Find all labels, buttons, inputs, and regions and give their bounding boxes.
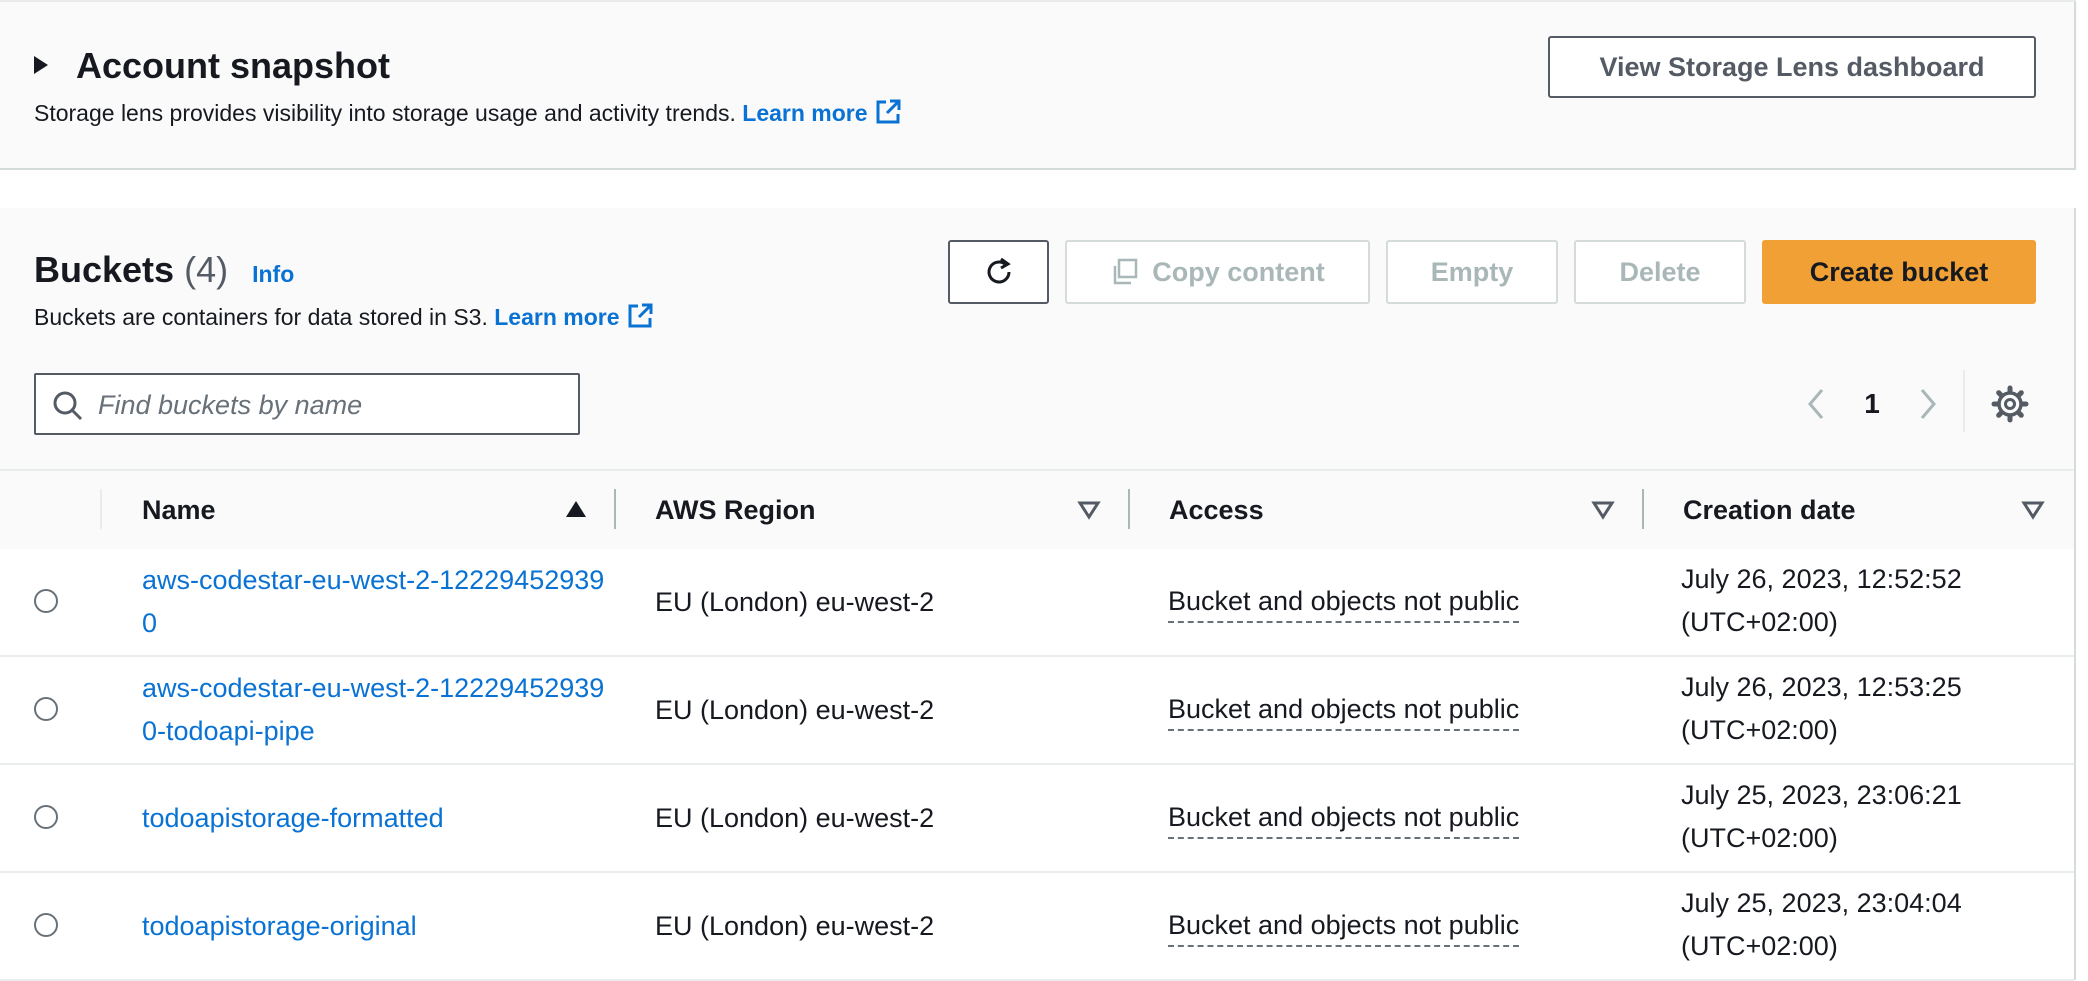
column-header-region[interactable]: AWS Region	[655, 493, 816, 527]
panel-gap	[0, 170, 2088, 208]
pager-divider	[1963, 370, 1965, 432]
refresh-button[interactable]	[948, 240, 1049, 304]
copy-icon	[1114, 258, 1138, 285]
external-link-icon	[628, 303, 653, 328]
column-header-name[interactable]: Name	[142, 493, 216, 527]
view-storage-lens-dashboard-button[interactable]: View Storage Lens dashboard	[1548, 36, 2036, 98]
sort-unsorted-icon[interactable]	[2021, 499, 2045, 521]
bucket-region: EU (London) eu-west-2	[655, 911, 935, 941]
buckets-description-text: Buckets are containers for data stored i…	[34, 304, 488, 330]
column-header-creation-date[interactable]: Creation date	[1683, 493, 1856, 527]
table-row[interactable]: todoapistorage-formatted EU (London) eu-…	[0, 765, 2074, 873]
column-divider	[1128, 489, 1130, 529]
bucket-name-link[interactable]: aws-codestar-eu-west-2-122294529390-todo…	[142, 667, 612, 753]
buckets-learn-more-link[interactable]: Learn more	[494, 303, 653, 330]
chevron-right-icon[interactable]	[1912, 384, 1944, 424]
snapshot-learn-more-label: Learn more	[742, 100, 868, 126]
bucket-region: EU (London) eu-west-2	[655, 803, 935, 833]
expand-caret-icon[interactable]	[34, 56, 48, 74]
row-select-radio[interactable]	[34, 805, 58, 829]
empty-button[interactable]: Empty	[1386, 240, 1558, 304]
bucket-access[interactable]: Bucket and objects not public	[1168, 581, 1520, 623]
search-input[interactable]	[96, 383, 570, 427]
bucket-access[interactable]: Bucket and objects not public	[1168, 797, 1520, 839]
bucket-creation-date: July 25, 2023, 23:04:04 (UTC+02:00)	[1681, 888, 1962, 961]
bucket-name-link[interactable]: todoapistorage-original	[142, 905, 612, 948]
search-icon	[53, 391, 83, 421]
sort-unsorted-icon[interactable]	[1591, 499, 1615, 521]
row-select-radio[interactable]	[34, 589, 58, 613]
table-row[interactable]: aws-codestar-eu-west-2-122294529390-todo…	[0, 657, 2074, 765]
row-select-radio[interactable]	[34, 913, 58, 937]
account-snapshot-panel: Account snapshot Storage lens provides v…	[0, 0, 2076, 170]
gear-icon[interactable]	[1990, 384, 2030, 424]
bucket-name-link[interactable]: todoapistorage-formatted	[142, 797, 612, 840]
column-header-access[interactable]: Access	[1169, 493, 1264, 527]
copy-content-label: Copy content	[1152, 256, 1325, 287]
column-divider	[614, 489, 616, 529]
copy-content-button[interactable]: Copy content	[1065, 240, 1370, 304]
buckets-heading: Buckets (4) Info	[34, 246, 294, 298]
account-snapshot-title[interactable]: Account snapshot	[76, 44, 390, 88]
table-header: Name AWS Region Access Creation date	[0, 469, 2074, 551]
bucket-creation-date: July 25, 2023, 23:06:21 (UTC+02:00)	[1681, 780, 1962, 853]
table-row[interactable]: todoapistorage-original EU (London) eu-w…	[0, 873, 2074, 981]
column-divider	[100, 489, 102, 529]
sort-unsorted-icon[interactable]	[1077, 499, 1101, 521]
table-row[interactable]: aws-codestar-eu-west-2-122294529390 EU (…	[0, 549, 2074, 657]
column-divider	[1642, 489, 1644, 529]
buckets-info-link[interactable]: Info	[252, 261, 294, 287]
bucket-region: EU (London) eu-west-2	[655, 695, 935, 725]
row-select-radio[interactable]	[34, 697, 58, 721]
bucket-region: EU (London) eu-west-2	[655, 587, 935, 617]
buckets-learn-more-label: Learn more	[494, 304, 620, 330]
search-box	[34, 373, 580, 435]
buckets-count: (4)	[184, 249, 229, 290]
chevron-left-icon[interactable]	[1800, 384, 1832, 424]
bucket-creation-date: July 26, 2023, 12:52:52 (UTC+02:00)	[1681, 564, 1962, 637]
external-link-icon	[876, 99, 901, 124]
refresh-icon	[987, 257, 1011, 284]
bucket-access[interactable]: Bucket and objects not public	[1168, 905, 1520, 947]
page-number[interactable]: 1	[1862, 384, 1882, 424]
create-bucket-button[interactable]: Create bucket	[1762, 240, 2036, 304]
bucket-access[interactable]: Bucket and objects not public	[1168, 689, 1520, 731]
buckets-title: Buckets	[34, 249, 175, 290]
account-snapshot-description-text: Storage lens provides visibility into st…	[34, 100, 736, 126]
sort-ascending-icon[interactable]	[564, 499, 588, 521]
snapshot-learn-more-link[interactable]: Learn more	[742, 99, 901, 126]
delete-button[interactable]: Delete	[1574, 240, 1746, 304]
bucket-name-link[interactable]: aws-codestar-eu-west-2-122294529390	[142, 559, 612, 645]
account-snapshot-description: Storage lens provides visibility into st…	[34, 98, 902, 128]
buckets-description: Buckets are containers for data stored i…	[34, 302, 654, 332]
bucket-creation-date: July 26, 2023, 12:53:25 (UTC+02:00)	[1681, 672, 1962, 745]
